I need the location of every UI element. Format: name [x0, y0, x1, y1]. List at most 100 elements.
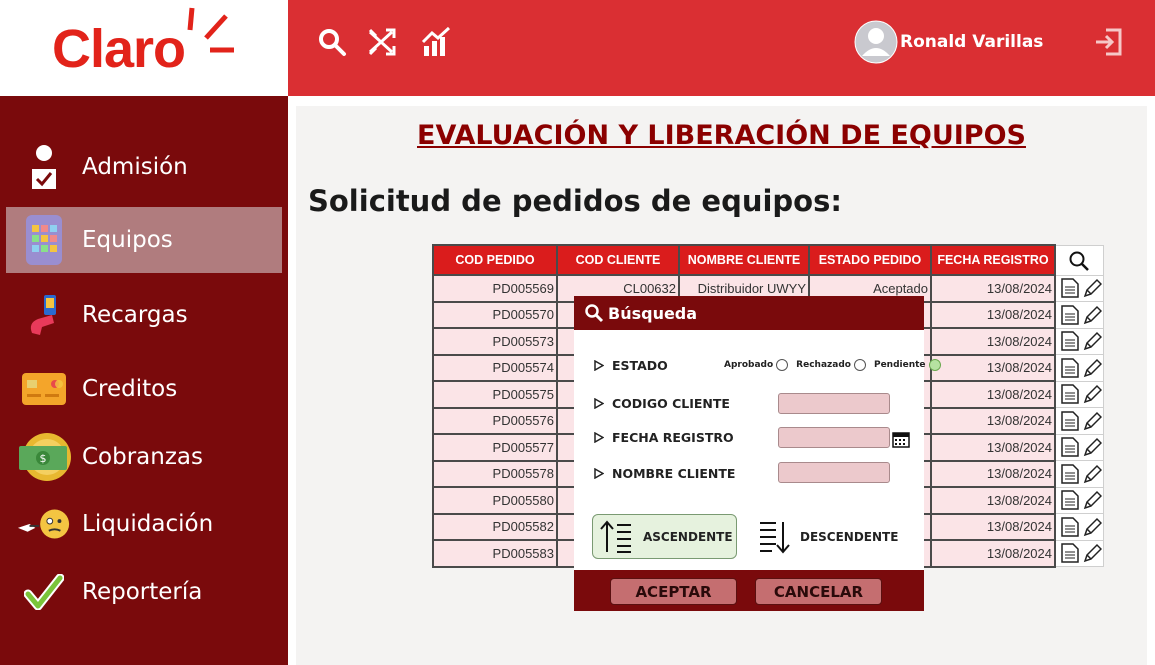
search-icon[interactable]: [316, 26, 348, 58]
sort-descending-label: DESCENDENTE: [800, 529, 899, 544]
column-header[interactable]: NOMBRE CLIENTE: [678, 244, 810, 276]
row-actions: [1054, 327, 1104, 355]
sidebar-item-liquidacion[interactable]: Liquidación: [6, 491, 282, 557]
triangle-right-icon: [594, 432, 604, 443]
sidebar-item-label: Reportería: [82, 579, 203, 605]
column-header[interactable]: COD PEDIDO: [432, 244, 558, 276]
sidebar-item-recargas[interactable]: Recargas: [6, 282, 282, 348]
avatar-icon: [854, 20, 898, 64]
table-cell: 13/08/2024: [930, 406, 1056, 435]
sidebar-item-label: Liquidación: [82, 511, 214, 537]
document-icon[interactable]: [1060, 383, 1080, 405]
sidebar-item-reporteria[interactable]: Reportería: [6, 559, 282, 625]
logout-icon[interactable]: [1092, 26, 1124, 58]
fecha-registro-label: FECHA REGISTRO: [612, 430, 734, 445]
column-header[interactable]: COD CLIENTE: [556, 244, 680, 276]
table-cell: PD005578: [432, 459, 558, 488]
money-icon: $: [16, 429, 72, 485]
table-cell: PD005577: [432, 433, 558, 462]
radio-aprobado[interactable]: [776, 359, 789, 371]
codigo-cliente-input[interactable]: [778, 393, 890, 414]
sidebar-item-admision[interactable]: Admisión: [6, 134, 282, 200]
document-icon[interactable]: [1060, 277, 1080, 299]
edit-pencil-icon[interactable]: [1082, 463, 1102, 485]
table-cell: PD005573: [432, 327, 558, 356]
radio-label-rechazado: Rechazado: [796, 360, 851, 370]
edit-pencil-icon[interactable]: [1082, 489, 1102, 511]
sort-descending-icon: [760, 521, 790, 554]
credit-card-icon: [16, 361, 72, 417]
user-menu[interactable]: Ronald Varillas: [854, 20, 1043, 64]
sidebar: Admisión Equipos Recargas Creditos $ Cob…: [0, 96, 288, 665]
liquidation-icon: [16, 496, 72, 552]
sidebar-item-label: Cobranzas: [82, 444, 204, 470]
table-cell: 13/08/2024: [930, 380, 1056, 409]
sort-descending-button[interactable]: DESCENDENTE: [756, 514, 906, 559]
sort-ascending-button[interactable]: ASCENDENTE: [592, 514, 737, 559]
sort-ascending-icon: [600, 519, 631, 553]
sidebar-item-equipos[interactable]: Equipos: [6, 207, 282, 273]
row-actions: [1054, 354, 1104, 382]
document-icon[interactable]: [1060, 304, 1080, 326]
triangle-right-icon: [594, 360, 604, 371]
row-actions: [1054, 301, 1104, 329]
logo: Claro: [0, 0, 288, 96]
edit-pencil-icon[interactable]: [1082, 383, 1102, 405]
edit-pencil-icon[interactable]: [1082, 357, 1102, 379]
codigo-cliente-row: CODIGO CLIENTE: [594, 396, 730, 411]
check-icon: [16, 564, 72, 620]
radio-rechazado[interactable]: [853, 359, 866, 371]
radio-pendiente[interactable]: [928, 359, 941, 371]
table-cell: PD005580: [432, 486, 558, 515]
table-cell: PD005570: [432, 300, 558, 329]
table-cell: 13/08/2024: [930, 353, 1056, 382]
column-header[interactable]: FECHA REGISTRO: [930, 244, 1056, 276]
sidebar-item-creditos[interactable]: Creditos: [6, 356, 282, 422]
search-icon: [585, 304, 604, 323]
sidebar-item-label: Admisión: [82, 154, 188, 180]
estado-label: ESTADO: [612, 358, 668, 373]
document-icon[interactable]: [1060, 463, 1080, 485]
shuffle-icon[interactable]: [366, 26, 398, 58]
chart-icon[interactable]: [420, 26, 452, 58]
table-cell: PD005583: [432, 539, 558, 568]
document-icon[interactable]: [1060, 489, 1080, 511]
modal-footer: ACEPTAR CANCELAR: [574, 570, 924, 611]
row-actions: [1054, 380, 1104, 408]
nombre-cliente-input[interactable]: [778, 462, 890, 483]
fecha-registro-row: FECHA REGISTRO: [594, 430, 734, 445]
document-icon[interactable]: [1060, 357, 1080, 379]
edit-pencil-icon[interactable]: [1082, 542, 1102, 564]
edit-pencil-icon[interactable]: [1082, 516, 1102, 538]
table-cell: 13/08/2024: [930, 327, 1056, 356]
document-icon[interactable]: [1060, 330, 1080, 352]
sidebar-item-cobranzas[interactable]: $ Cobranzas: [6, 424, 282, 490]
edit-pencil-icon[interactable]: [1082, 410, 1102, 432]
document-icon[interactable]: [1060, 542, 1080, 564]
user-name: Ronald Varillas: [900, 32, 1044, 52]
table-cell: 13/08/2024: [930, 459, 1056, 488]
calendar-icon[interactable]: [892, 430, 910, 448]
top-bar: Ronald Varillas: [288, 0, 1155, 96]
document-icon[interactable]: [1060, 516, 1080, 538]
table-search-cell: [1054, 244, 1104, 276]
fecha-registro-input[interactable]: [778, 427, 890, 448]
document-icon[interactable]: [1060, 410, 1080, 432]
nombre-cliente-label: NOMBRE CLIENTE: [612, 466, 736, 481]
cancel-button[interactable]: CANCELAR: [755, 578, 882, 605]
triangle-right-icon: [594, 468, 604, 479]
edit-pencil-icon[interactable]: [1082, 277, 1102, 299]
row-actions: [1054, 407, 1104, 435]
row-actions: [1054, 486, 1104, 514]
document-icon[interactable]: [1060, 436, 1080, 458]
edit-pencil-icon[interactable]: [1082, 436, 1102, 458]
search-icon[interactable]: [1068, 250, 1090, 272]
accept-button[interactable]: ACEPTAR: [610, 578, 737, 605]
triangle-right-icon: [594, 398, 604, 409]
row-actions: [1054, 274, 1104, 302]
edit-pencil-icon[interactable]: [1082, 330, 1102, 352]
sidebar-item-label: Recargas: [82, 302, 188, 328]
column-header[interactable]: ESTADO PEDIDO: [808, 244, 932, 276]
radio-label-aprobado: Aprobado: [724, 360, 774, 370]
edit-pencil-icon[interactable]: [1082, 304, 1102, 326]
